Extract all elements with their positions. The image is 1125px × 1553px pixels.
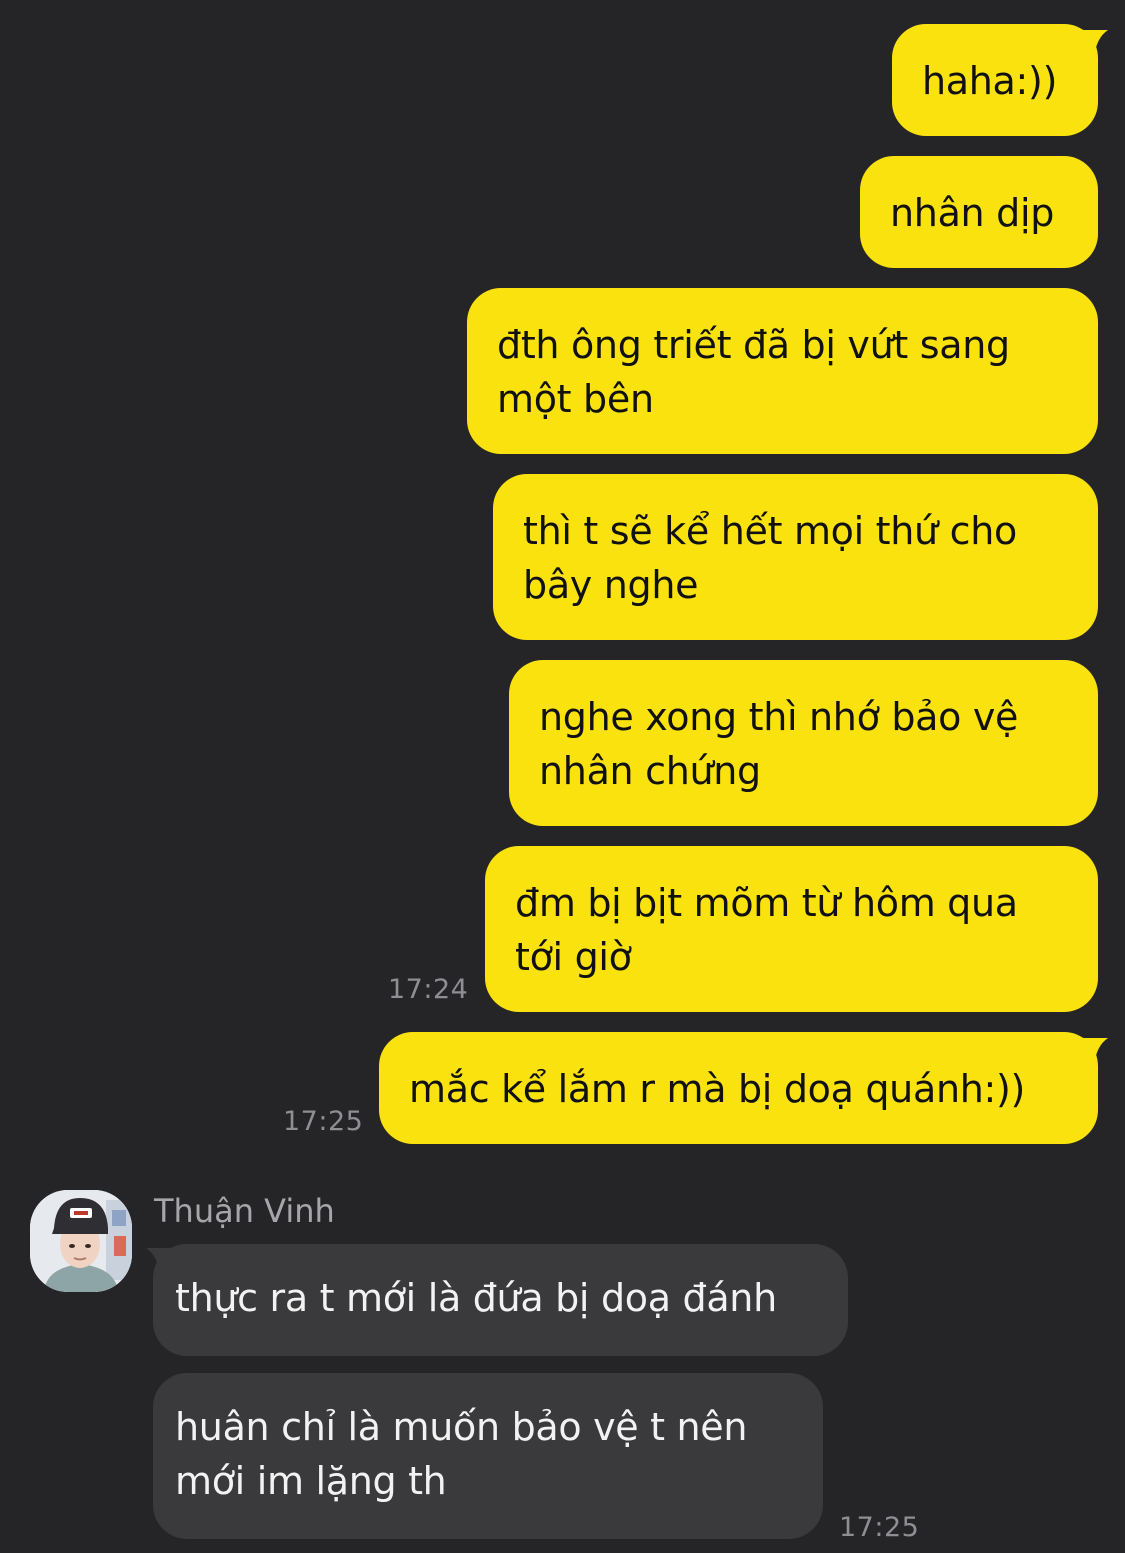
outgoing-message-bubble[interactable]: nghe xong thì nhớ bảo vệ nhân chứng: [509, 660, 1098, 826]
outgoing-message-bubble[interactable]: thì t sẽ kể hết mọi thứ cho bây nghe: [493, 474, 1098, 640]
bubble-tail-icon: [1074, 30, 1108, 58]
message-text-line: nhân chứng: [539, 749, 761, 793]
message-text-line: một bên: [497, 377, 654, 421]
incoming-message-bubble[interactable]: huân chỉ là muốn bảo vệ t nên mới im lặn…: [153, 1373, 823, 1539]
message-text: mắc kể lắm r mà bị doạ quánh:)): [409, 1067, 1026, 1111]
outgoing-message-bubble[interactable]: đm bị bịt mõm từ hôm qua tới giờ: [485, 846, 1098, 1012]
message-text-line: tới giờ: [515, 935, 632, 979]
bubble-tail-icon: [146, 1248, 180, 1276]
message-text-line: đth ông triết đã bị vứt sang: [497, 323, 1010, 367]
message-text: haha:)): [922, 59, 1058, 103]
message-text-line: huân chỉ là muốn bảo vệ t nên: [175, 1405, 748, 1449]
outgoing-message-bubble[interactable]: haha:)): [892, 24, 1098, 136]
outgoing-message-bubble[interactable]: nhân dịp: [860, 156, 1098, 268]
message-text-line: bây nghe: [523, 563, 699, 607]
chat-thread[interactable]: haha:)) nhân dịp đth ông triết đã bị vứt…: [0, 0, 1125, 1553]
message-text: nhân dịp: [890, 191, 1055, 235]
user-photo-avatar-icon: [30, 1190, 132, 1292]
message-text-line: thì t sẽ kể hết mọi thứ cho: [523, 509, 1017, 553]
message-text-line: nghe xong thì nhớ bảo vệ: [539, 695, 1019, 739]
incoming-message-bubble[interactable]: thực ra t mới là đứa bị doạ đánh: [153, 1244, 848, 1356]
message-text-line: đm bị bịt mõm từ hôm qua: [515, 881, 1018, 925]
message-timestamp: 17:25: [283, 1106, 364, 1137]
message-timestamp: 17:25: [839, 1512, 920, 1543]
contact-avatar[interactable]: [30, 1190, 132, 1292]
outgoing-message-bubble[interactable]: đth ông triết đã bị vứt sang một bên: [467, 288, 1098, 454]
message-timestamp: 17:24: [388, 974, 469, 1005]
message-text-line: mới im lặng th: [175, 1459, 447, 1503]
sender-name: Thuận Vinh: [154, 1192, 335, 1230]
message-text: thực ra t mới là đứa bị doạ đánh: [175, 1276, 777, 1320]
bubble-tail-icon: [1074, 1038, 1108, 1066]
outgoing-message-bubble[interactable]: mắc kể lắm r mà bị doạ quánh:)): [379, 1032, 1098, 1144]
